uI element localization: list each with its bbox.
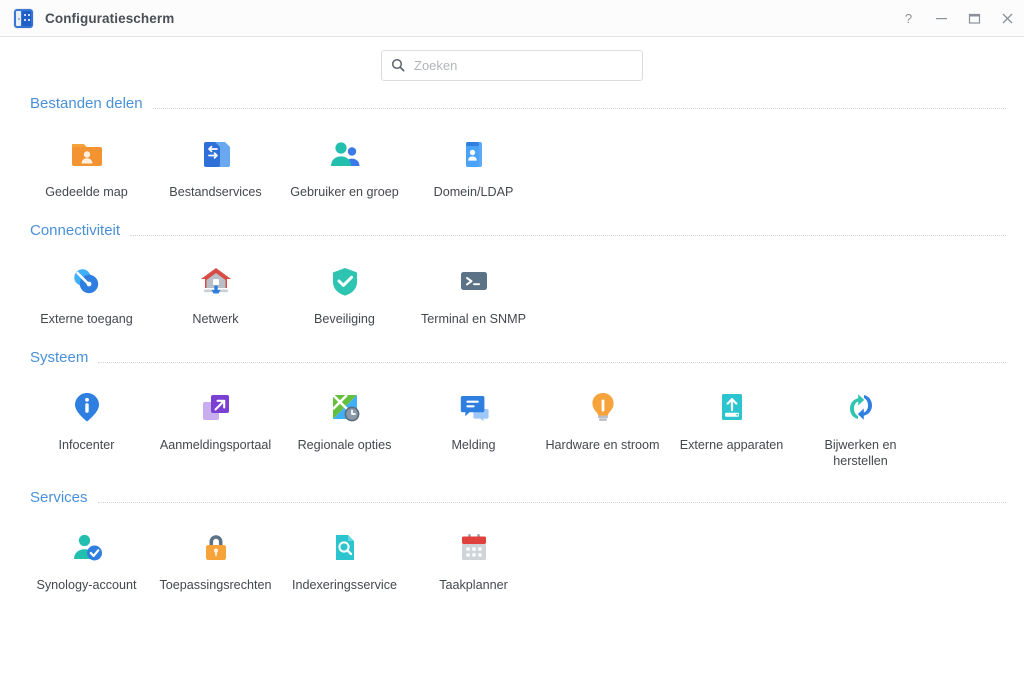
- section-connectiviteit: Connectiviteit Externe toegang Netwerk B…: [0, 217, 1024, 328]
- tile-indexeringsservice[interactable]: Indexeringsservice: [280, 523, 409, 594]
- tile-label: Synology-account: [36, 578, 137, 592]
- tile-bijwerken-en-herstellen[interactable]: Bijwerken en herstellen: [796, 383, 925, 469]
- tile-gebruiker-en-groep[interactable]: Gebruiker en groep: [280, 130, 409, 201]
- regional-options-icon: [321, 383, 369, 431]
- section-header: Systeem: [30, 343, 1006, 371]
- help-button[interactable]: ?: [892, 0, 925, 37]
- window-title: Configuratiescherm: [45, 10, 175, 26]
- tile-label: Terminal en SNMP: [421, 311, 526, 326]
- notification-icon: [450, 383, 498, 431]
- tile-hardware-en-stroom[interactable]: Hardware en stroom: [538, 383, 667, 469]
- synology-account-icon: [63, 523, 111, 571]
- section-title: Connectiviteit: [30, 222, 121, 239]
- section-header: Bestanden delen: [30, 89, 1006, 117]
- file-services-icon: [192, 130, 240, 178]
- tile-netwerk[interactable]: Netwerk: [151, 257, 280, 328]
- section-title: Bestanden delen: [30, 94, 143, 112]
- tile-externe-apparaten[interactable]: Externe apparaten: [667, 383, 796, 469]
- tile-toepassingsrechten[interactable]: Toepassingsrechten: [151, 523, 280, 594]
- section-divider: [97, 501, 1006, 503]
- tile-label: Externe apparaten: [679, 438, 784, 452]
- login-portal-icon: [192, 383, 240, 431]
- tile-label: Aanmeldingsportaal: [159, 438, 272, 452]
- terminal-snmp-icon: [450, 257, 498, 305]
- external-access-icon: [63, 257, 111, 305]
- tile-label: Regionale opties: [297, 438, 392, 452]
- tile-label: Melding: [451, 438, 496, 452]
- info-center-icon: [63, 383, 111, 431]
- tile-label: Domein/LDAP: [433, 185, 514, 199]
- tile-aanmeldingsportaal[interactable]: Aanmeldingsportaal: [151, 383, 280, 469]
- section-title: Services: [30, 488, 88, 506]
- section-grid: Infocenter Aanmeldingsportaal Regionale …: [22, 371, 1024, 469]
- tile-terminal-en-snmp[interactable]: Terminal en SNMP: [409, 257, 538, 328]
- section-bestanden-delen: Bestanden delen Gedeelde map Bestandserv…: [0, 89, 1024, 201]
- application-privileges-icon: [192, 523, 240, 571]
- tile-gedeelde-map[interactable]: Gedeelde map: [22, 130, 151, 201]
- tile-externe-toegang[interactable]: Externe toegang: [22, 257, 151, 328]
- network-icon: [192, 257, 240, 305]
- control-panel-icon: [14, 8, 33, 28]
- task-scheduler-icon: [450, 523, 498, 571]
- section-title: Systeem: [30, 348, 89, 366]
- external-devices-icon: [708, 383, 756, 431]
- tile-beveiliging[interactable]: Beveiliging: [280, 257, 409, 328]
- section-header: Services: [30, 483, 1006, 511]
- close-button[interactable]: [991, 0, 1024, 37]
- search-icon: [391, 58, 405, 72]
- section-header: Connectiviteit: [30, 217, 1006, 245]
- tile-bestandservices[interactable]: Bestandservices: [151, 130, 280, 201]
- tile-label: Netwerk: [192, 311, 239, 326]
- tile-synology-account[interactable]: Synology-account: [22, 523, 151, 594]
- control-panel-content: Bestanden delen Gedeelde map Bestandserv…: [0, 85, 1024, 594]
- section-services: Services Synology-account Toepassingsrec…: [0, 483, 1024, 594]
- maximize-button[interactable]: [958, 0, 991, 37]
- tile-label: Infocenter: [58, 438, 115, 452]
- domain-ldap-icon: [450, 130, 498, 178]
- indexing-service-icon: [321, 523, 369, 571]
- section-divider: [98, 361, 1006, 363]
- tile-label: Gedeelde map: [45, 185, 128, 199]
- user-group-icon: [321, 130, 369, 178]
- shared-folder-icon: [63, 130, 111, 178]
- section-grid: Synology-account Toepassingsrechten Inde…: [22, 511, 1024, 594]
- search-input[interactable]: Zoeken: [381, 49, 643, 81]
- tile-label: Indexeringsservice: [292, 578, 397, 592]
- section-divider: [152, 107, 1006, 109]
- hardware-power-icon: [579, 383, 627, 431]
- tile-label: Hardware en stroom: [545, 438, 660, 452]
- tile-label: Gebruiker en groep: [290, 185, 399, 199]
- tile-label: Bestandservices: [169, 185, 262, 199]
- tile-label: Externe toegang: [40, 311, 133, 326]
- search-placeholder: Zoeken: [414, 57, 458, 73]
- tile-label: Beveiliging: [314, 311, 375, 326]
- section-grid: Gedeelde map Bestandservices Gebruiker e…: [22, 117, 1024, 201]
- search-row: Zoeken: [0, 37, 1024, 85]
- tile-label: Toepassingsrechten: [159, 578, 272, 592]
- tile-taakplanner[interactable]: Taakplanner: [409, 523, 538, 594]
- tile-label: Taakplanner: [439, 578, 508, 592]
- minimize-button[interactable]: [925, 0, 958, 37]
- tile-regionale-opties[interactable]: Regionale opties: [280, 383, 409, 469]
- security-shield-icon: [321, 257, 369, 305]
- update-restore-icon: [837, 383, 885, 431]
- window-controls: ?: [892, 0, 1024, 37]
- section-systeem: Systeem Infocenter Aanmeldingsportaal Re…: [0, 343, 1024, 469]
- tile-melding[interactable]: Melding: [409, 383, 538, 469]
- section-grid: Externe toegang Netwerk Beveiliging Term…: [22, 245, 1024, 328]
- window-titlebar: Configuratiescherm ?: [0, 0, 1024, 37]
- tile-infocenter[interactable]: Infocenter: [22, 383, 151, 469]
- tile-label: Bijwerken en herstellen: [824, 438, 897, 468]
- section-divider: [130, 235, 1006, 236]
- tile-domein-ldap[interactable]: Domein/LDAP: [409, 130, 538, 201]
- svg-text:?: ?: [905, 12, 912, 26]
